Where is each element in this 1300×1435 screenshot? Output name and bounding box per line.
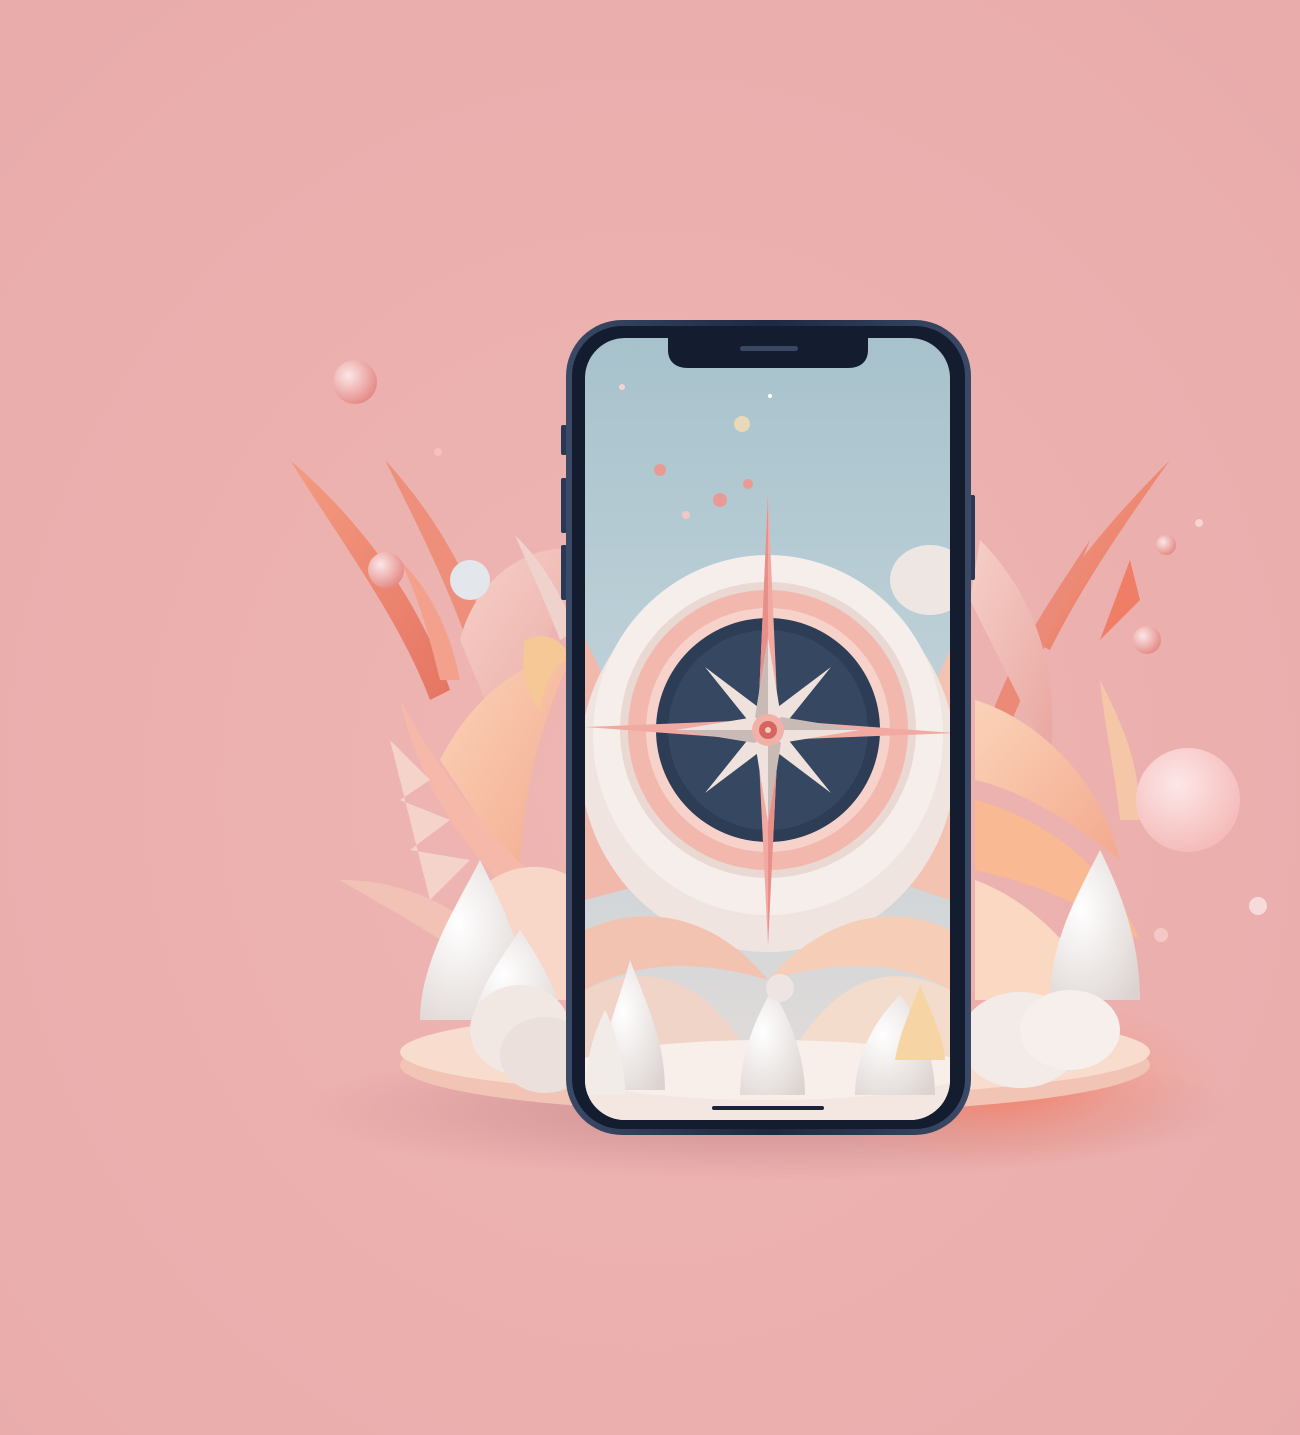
phone-notch xyxy=(668,338,868,368)
illustration-stage xyxy=(0,0,1300,1435)
home-indicator xyxy=(712,1106,824,1110)
speaker-grille xyxy=(740,346,798,351)
smartphone xyxy=(561,320,975,1135)
phone-screen xyxy=(585,338,950,1120)
illustration-svg xyxy=(0,0,1300,1435)
